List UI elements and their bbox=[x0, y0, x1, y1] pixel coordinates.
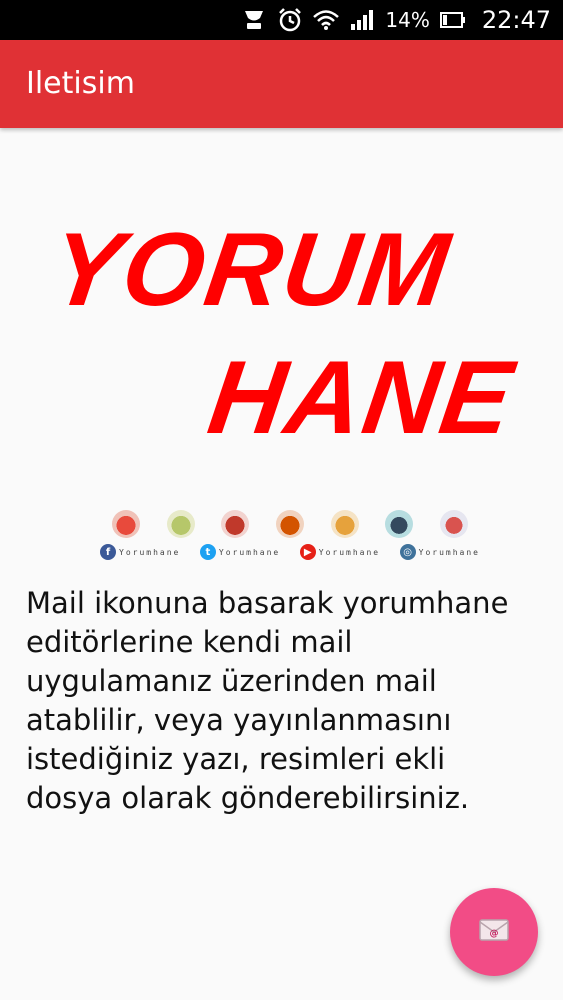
category-icon-row bbox=[100, 508, 480, 540]
gift-icon bbox=[275, 510, 304, 538]
text-line: atablilir, veya yayınlanmasını bbox=[26, 703, 452, 737]
category-badges: f Yorumhane t Yorumhane ▶ Yorumhane ◎ Yo… bbox=[100, 508, 480, 566]
social-label: Yorumhane bbox=[418, 547, 480, 557]
youtube-icon: ▶ bbox=[299, 544, 316, 560]
text-line: Mail ikonuna basarak yorumhane bbox=[26, 586, 509, 620]
book-icon bbox=[221, 510, 250, 538]
calendar-icon bbox=[330, 510, 359, 538]
laptop-icon bbox=[112, 510, 140, 538]
contact-instructions: Mail ikonuna basarak yorumhane editörler… bbox=[26, 584, 546, 818]
text-line: dosya olarak gönderebilirsiniz. bbox=[26, 781, 470, 815]
app-bar: Iletisim bbox=[0, 40, 563, 128]
notification-icon bbox=[241, 7, 267, 33]
social-label: Yorumhane bbox=[119, 547, 181, 557]
battery-icon bbox=[439, 7, 466, 33]
logo-line-2: HANE bbox=[201, 340, 521, 456]
alarm-icon bbox=[277, 7, 303, 33]
table-icon bbox=[439, 510, 468, 538]
send-mail-button[interactable]: @ bbox=[450, 888, 538, 976]
status-icons: 14% 22:47 bbox=[241, 0, 551, 40]
logo-line-1: YORUM bbox=[43, 212, 458, 328]
battery-percent: 14% bbox=[385, 8, 430, 32]
cake-icon bbox=[166, 510, 195, 538]
text-line: editörlerine kendi mail bbox=[26, 625, 353, 659]
text-line: uygulamanız üzerinden mail bbox=[26, 664, 437, 698]
social-label: Yorumhane bbox=[318, 547, 381, 557]
youtube-link: ▶ Yorumhane bbox=[299, 544, 381, 560]
social-links: f Yorumhane t Yorumhane ▶ Yorumhane ◎ Yo… bbox=[100, 544, 480, 560]
wifi-icon bbox=[313, 7, 340, 33]
facebook-link: f Yorumhane bbox=[100, 544, 180, 560]
mail-icon: @ bbox=[479, 919, 509, 945]
svg-text:@: @ bbox=[490, 929, 499, 939]
twitter-link: t Yorumhane bbox=[199, 544, 281, 560]
signal-icon bbox=[349, 7, 375, 33]
status-bar: 14% 22:47 bbox=[0, 0, 563, 40]
page-title: Iletisim bbox=[26, 66, 135, 101]
facebook-icon: f bbox=[100, 544, 116, 560]
clock: 22:47 bbox=[481, 6, 551, 34]
text-line: istediğiniz yazı, resimleri ekli bbox=[26, 742, 446, 776]
social-label: Yorumhane bbox=[218, 547, 281, 557]
instagram-icon: ◎ bbox=[399, 544, 416, 560]
yorumhane-logo: YORUM HANE bbox=[0, 128, 563, 508]
phone-icon bbox=[385, 510, 414, 538]
instagram-link: ◎ Yorumhane bbox=[399, 544, 480, 560]
twitter-icon: t bbox=[199, 544, 216, 560]
